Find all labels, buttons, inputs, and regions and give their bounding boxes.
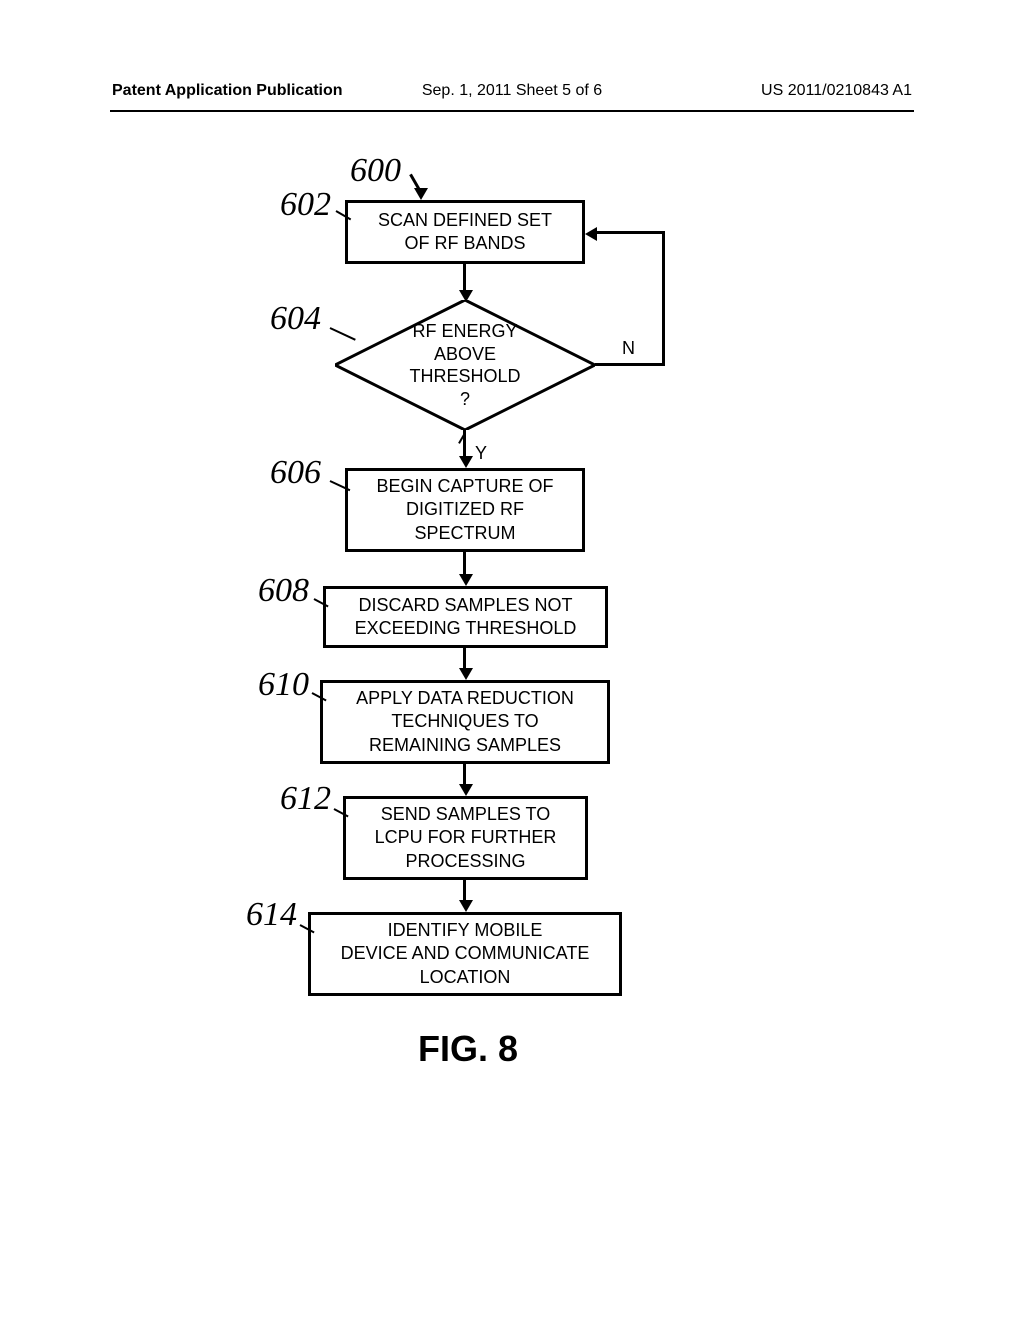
ref-602: 602 bbox=[280, 186, 331, 224]
box-send-samples: SEND SAMPLES TO LCPU FOR FURTHER PROCESS… bbox=[343, 796, 588, 880]
box-identify-device: IDENTIFY MOBILE DEVICE AND COMMUNICATE L… bbox=[308, 912, 622, 996]
ref-610: 610 bbox=[258, 666, 309, 704]
ref-600: 600 bbox=[350, 152, 401, 190]
box-discard-samples: DISCARD SAMPLES NOT EXCEEDING THRESHOLD bbox=[323, 586, 608, 648]
box-data-reduction: APPLY DATA REDUCTION TECHNIQUES TO REMAI… bbox=[320, 680, 610, 764]
arrowhead-604-606 bbox=[459, 456, 473, 468]
header-rule bbox=[110, 110, 914, 112]
page-header: Patent Application Publication Sep. 1, 2… bbox=[0, 82, 1024, 100]
connector-no-v bbox=[662, 233, 665, 366]
connector-602-604 bbox=[463, 264, 466, 292]
figure-label: FIG. 8 bbox=[418, 1028, 518, 1070]
connector-612-614 bbox=[463, 880, 466, 902]
connector-no-h2 bbox=[595, 231, 665, 234]
box-scan-rf-bands: SCAN DEFINED SET OF RF BANDS bbox=[345, 200, 585, 264]
ref-604: 604 bbox=[270, 300, 321, 338]
box-614-text: IDENTIFY MOBILE DEVICE AND COMMUNICATE L… bbox=[341, 919, 590, 989]
ref-608: 608 bbox=[258, 572, 309, 610]
connector-no-h1 bbox=[595, 363, 665, 366]
decision-rf-threshold: RF ENERGY ABOVE THRESHOLD ? bbox=[335, 300, 595, 430]
header-center: Sep. 1, 2011 Sheet 5 of 6 bbox=[422, 82, 602, 100]
header-right: US 2011/0210843 A1 bbox=[761, 82, 912, 100]
connector-608-610 bbox=[463, 648, 466, 670]
box-602-text: SCAN DEFINED SET OF RF BANDS bbox=[378, 209, 552, 256]
arrow-entry bbox=[414, 188, 428, 200]
connector-610-612 bbox=[463, 764, 466, 786]
ref-606: 606 bbox=[270, 454, 321, 492]
arrowhead-no bbox=[585, 227, 597, 241]
arrowhead-612-614 bbox=[459, 900, 473, 912]
arrowhead-610-612 bbox=[459, 784, 473, 796]
box-610-text: APPLY DATA REDUCTION TECHNIQUES TO REMAI… bbox=[356, 687, 574, 757]
ref-612: 612 bbox=[280, 780, 331, 818]
decision-text: RF ENERGY ABOVE THRESHOLD ? bbox=[409, 320, 520, 410]
box-608-text: DISCARD SAMPLES NOT EXCEEDING THRESHOLD bbox=[355, 594, 577, 641]
ref-614: 614 bbox=[246, 896, 297, 934]
label-no: N bbox=[622, 338, 635, 359]
header-left: Patent Application Publication bbox=[112, 82, 343, 100]
box-begin-capture: BEGIN CAPTURE OF DIGITIZED RF SPECTRUM bbox=[345, 468, 585, 552]
arrowhead-606-608 bbox=[459, 574, 473, 586]
box-606-text: BEGIN CAPTURE OF DIGITIZED RF SPECTRUM bbox=[376, 475, 553, 545]
label-yes: Y bbox=[475, 443, 487, 464]
arrowhead-608-610 bbox=[459, 668, 473, 680]
connector-606-608 bbox=[463, 552, 466, 576]
box-612-text: SEND SAMPLES TO LCPU FOR FURTHER PROCESS… bbox=[375, 803, 557, 873]
